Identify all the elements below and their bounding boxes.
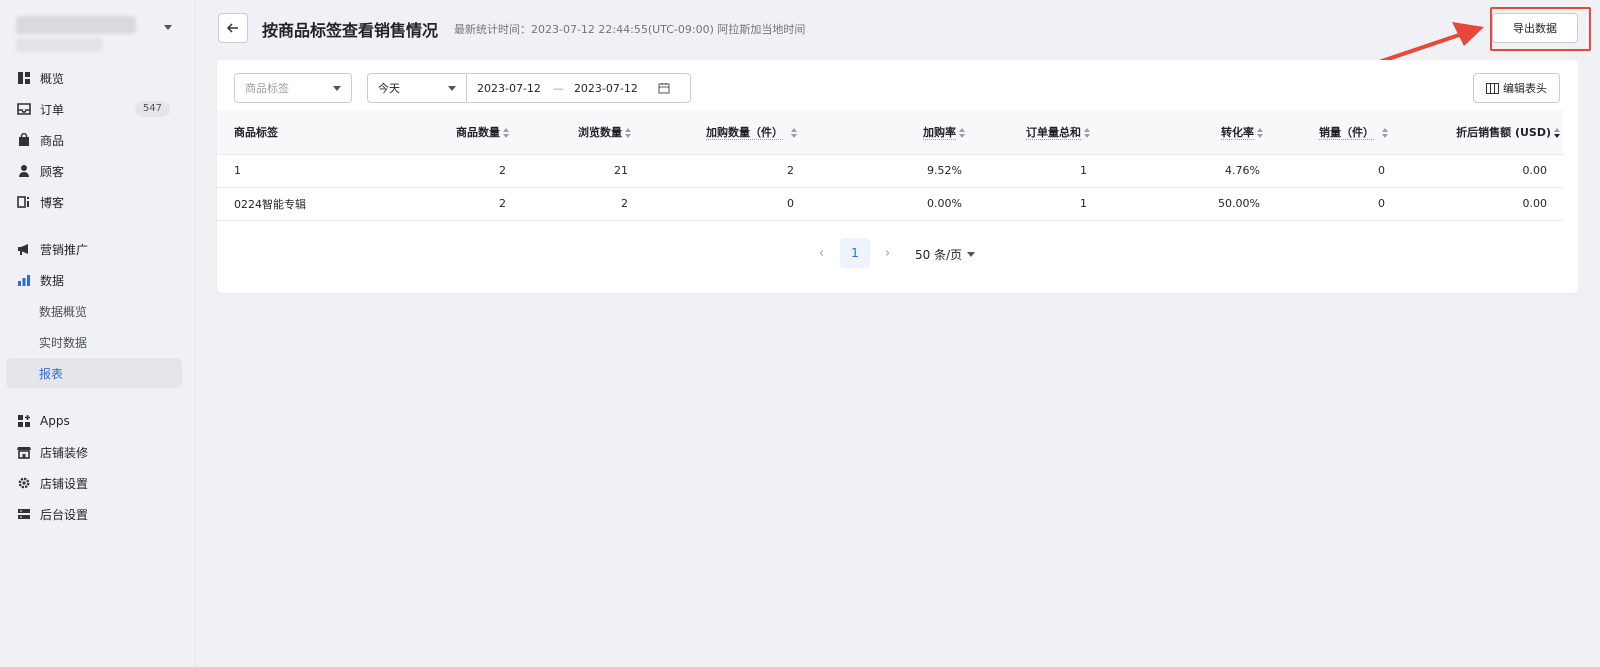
cell: 0.00 (1522, 197, 1548, 210)
report-card: 商品标签 今天 2023-07-12 — 2023-07-12 编辑表头 商品标… (217, 60, 1578, 293)
orders-count-badge: 547 (134, 101, 170, 117)
col-header-add-to-cart[interactable]: 加购数量（件） (640, 110, 806, 154)
calendar-icon (658, 83, 670, 94)
nav-label: 营销推广 (40, 242, 89, 257)
col-header-sales-qty[interactable]: 销量（件） (1272, 110, 1397, 154)
sort-desc-icon[interactable] (1554, 127, 1561, 138)
col-header-conversion[interactable]: 转化率 (1099, 110, 1272, 154)
nav-realtime-data[interactable]: 实时数据 (6, 327, 182, 357)
cell: 2 (499, 164, 506, 177)
product-tag-select[interactable]: 商品标签 (234, 73, 352, 103)
nav-reports[interactable]: 报表 (6, 358, 182, 388)
sort-icon[interactable] (1084, 127, 1091, 138)
bag-icon (17, 132, 31, 147)
sidebar: 概览 订单 547 商品 顾客 博客 营销推广 数据 数据概览 实时数据 报表 … (0, 0, 196, 667)
pagination: ‹ 1 › 50 条/页 (217, 238, 1578, 268)
edit-columns-button[interactable]: 编辑表头 (1473, 73, 1560, 103)
nav-blog[interactable]: 博客 (6, 187, 182, 217)
sort-icon[interactable] (1257, 127, 1264, 138)
date-end: 2023-07-12 (573, 81, 638, 95)
blog-icon (17, 195, 31, 209)
sort-icon[interactable] (1382, 127, 1389, 138)
col-header-net-sales[interactable]: 折后销售额 (USD) (1397, 110, 1563, 154)
sales-table: 商品标签 商品数量 浏览数量 加购数量（件） 加购率 订单量总和 转化率 销量（… (217, 110, 1563, 221)
sort-icon[interactable] (959, 127, 966, 138)
caret-down-icon (333, 86, 341, 91)
nav-label: 博客 (40, 195, 65, 210)
nav-products[interactable]: 商品 (6, 125, 182, 155)
nav-label: 后台设置 (40, 507, 89, 522)
cell: 2 (621, 197, 628, 210)
nav-data-overview[interactable]: 数据概览 (6, 296, 182, 326)
table-header-row: 商品标签 商品数量 浏览数量 加购数量（件） 加购率 订单量总和 转化率 销量（… (217, 110, 1563, 154)
nav-label: 顾客 (40, 164, 65, 179)
col-header-tag: 商品标签 (234, 125, 278, 139)
apps-icon (17, 414, 31, 428)
col-header-add-rate[interactable]: 加购率 (806, 110, 974, 154)
megaphone-icon (17, 242, 31, 256)
sort-icon[interactable] (625, 127, 632, 138)
col-header-product-count[interactable]: 商品数量 (417, 110, 518, 154)
date-start: 2023-07-12 (477, 81, 541, 95)
nav-customers[interactable]: 顾客 (6, 156, 182, 186)
cell: 0 (1378, 197, 1385, 210)
nav-store-settings[interactable]: 店铺设置 (6, 468, 182, 498)
nav-label: 店铺装修 (40, 445, 89, 460)
nav-label: 订单 (40, 102, 65, 117)
date-separator: — (552, 81, 564, 95)
nav-data[interactable]: 数据 (6, 265, 182, 295)
nav-apps[interactable]: Apps (6, 406, 182, 436)
cell: 2 (499, 197, 506, 210)
cell: 0224智能专辑 (234, 197, 306, 211)
cell: 0 (1378, 164, 1385, 177)
table-row: 1 2 21 2 9.52% 1 4.76% 0 0.00 (217, 154, 1563, 187)
nav-label: 店铺设置 (40, 476, 89, 491)
period-value: 今天 (378, 82, 400, 95)
page-size-select[interactable]: 50 条/页 (915, 246, 976, 263)
col-header-views[interactable]: 浏览数量 (518, 110, 640, 154)
cell: 1 (1080, 164, 1087, 177)
nav-label: 数据 (40, 273, 65, 288)
columns-icon (1486, 82, 1499, 94)
col-header-orders[interactable]: 订单量总和 (974, 110, 1099, 154)
cell: 0 (787, 197, 794, 210)
cell: 9.52% (927, 164, 962, 177)
caret-down-icon (967, 252, 976, 257)
nav-label: 数据概览 (39, 304, 88, 319)
period-select[interactable]: 今天 (367, 73, 467, 103)
page-button-current[interactable]: 1 (840, 238, 870, 268)
cell: 0.00% (927, 197, 962, 210)
page-size-label: 50 条/页 (915, 248, 963, 262)
storefront-icon (17, 445, 31, 459)
inbox-icon (17, 102, 31, 116)
nav-marketing[interactable]: 营销推广 (6, 234, 182, 264)
bar-chart-icon (17, 273, 31, 287)
cell: 2 (787, 164, 794, 177)
cell: 1 (1080, 197, 1087, 210)
cell: 50.00% (1218, 197, 1260, 210)
date-range-picker[interactable]: 2023-07-12 — 2023-07-12 (466, 73, 691, 103)
nav-label: 商品 (40, 133, 65, 148)
server-icon (17, 507, 31, 521)
cell: 21 (614, 164, 628, 177)
chevron-left-icon[interactable]: ‹ (819, 246, 824, 261)
cell: 4.76% (1225, 164, 1260, 177)
table-row: 0224智能专辑 2 2 0 0.00% 1 50.00% 0 0.00 (217, 187, 1563, 220)
person-icon (17, 164, 31, 178)
nav-label: 报表 (39, 366, 64, 381)
sort-icon[interactable] (503, 127, 510, 138)
cell: 1 (234, 164, 241, 177)
edit-columns-label: 编辑表头 (1503, 82, 1547, 95)
nav-admin-settings[interactable]: 后台设置 (6, 499, 182, 529)
nav-label: Apps (40, 414, 70, 428)
nav-label: 实时数据 (39, 335, 88, 350)
select-placeholder: 商品标签 (245, 82, 289, 95)
gear-icon (17, 476, 31, 490)
caret-down-icon (448, 86, 456, 91)
chevron-right-icon[interactable]: › (885, 246, 890, 261)
cell: 0.00 (1522, 164, 1548, 177)
nav-store-design[interactable]: 店铺装修 (6, 437, 182, 467)
sort-icon[interactable] (791, 127, 798, 138)
